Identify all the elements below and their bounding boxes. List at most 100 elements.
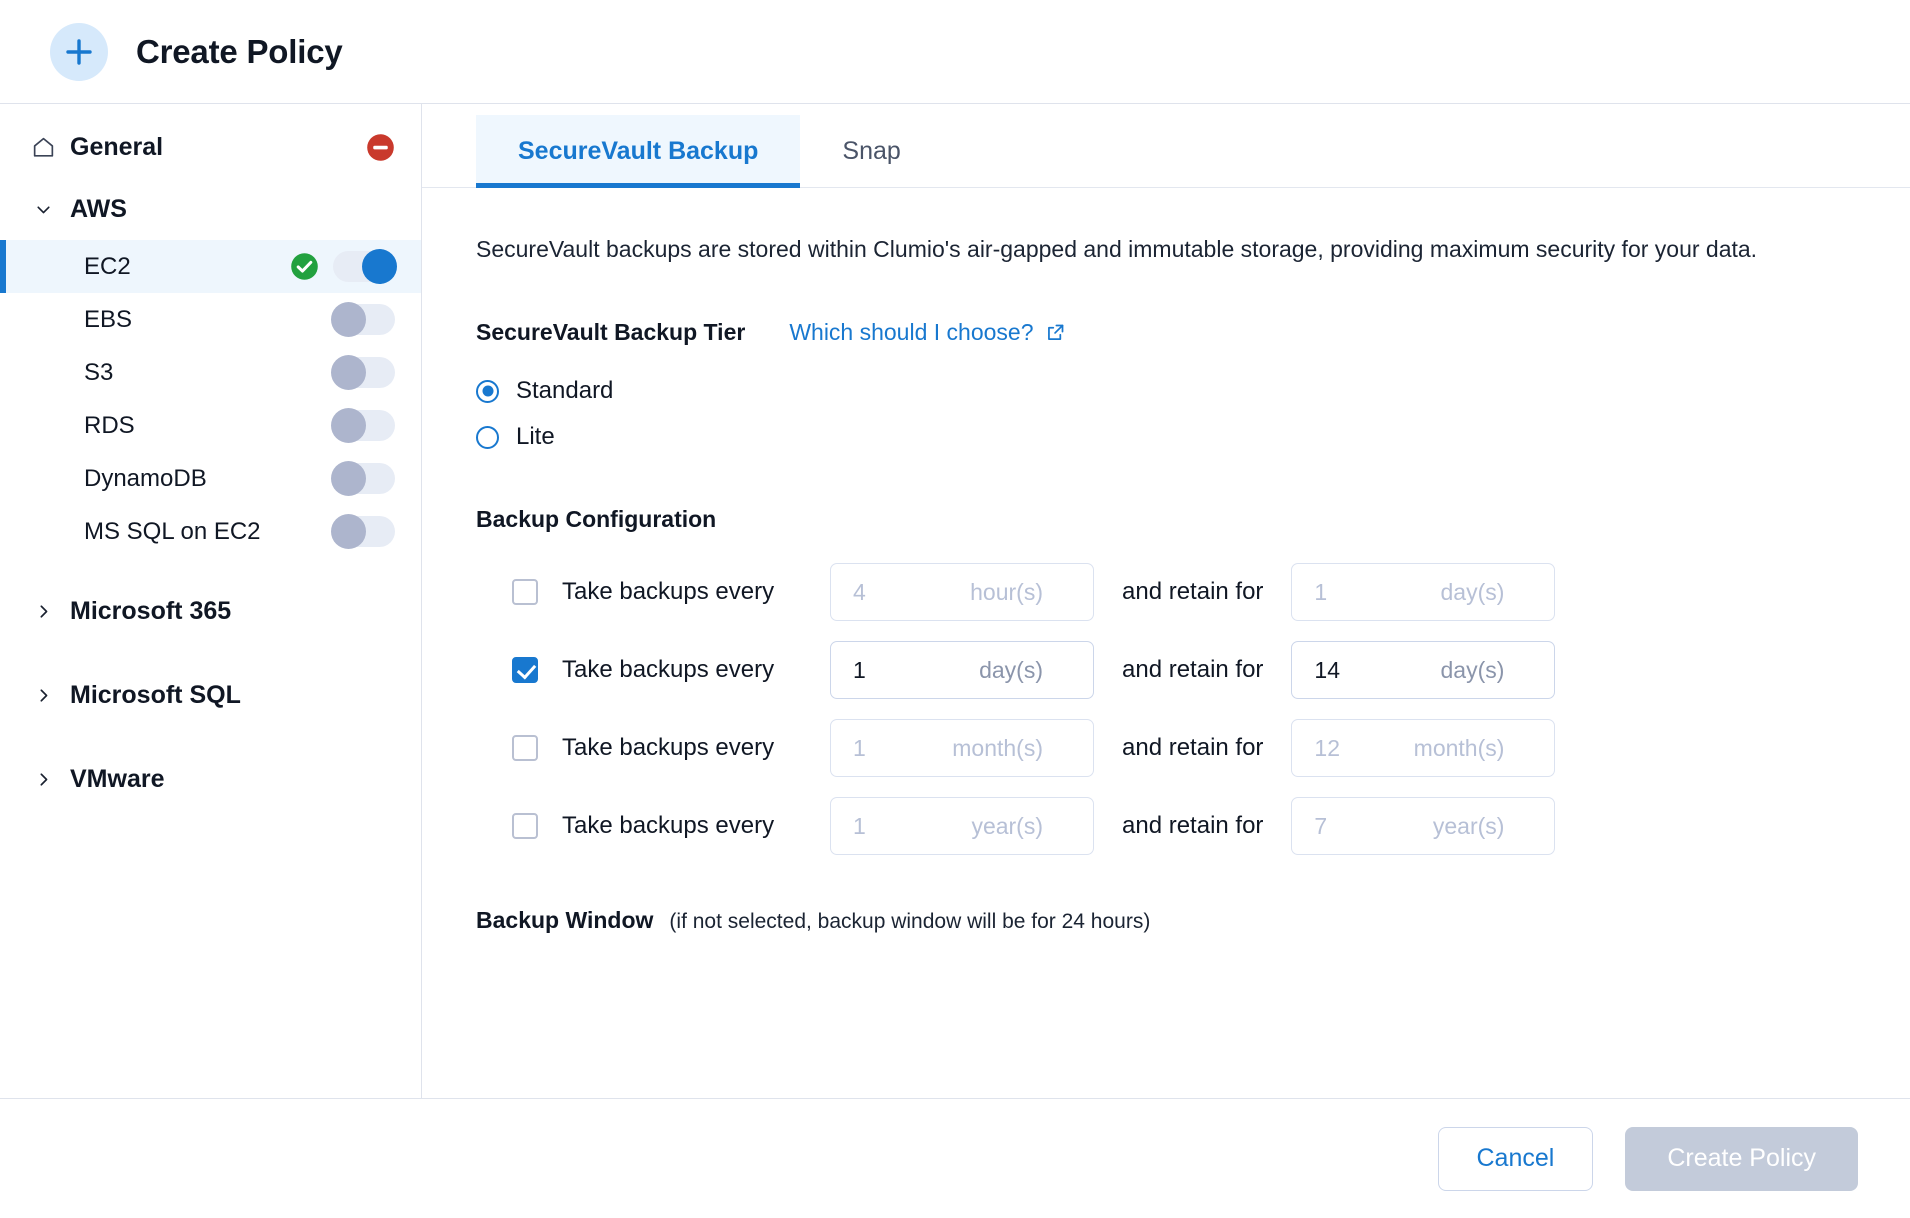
input-hourly-frequency[interactable]: 4 hour(s) (830, 563, 1094, 622)
sidebar-item-controls (331, 302, 395, 337)
toggle-ebs[interactable] (331, 302, 395, 337)
sidebar-group-label: Microsoft 365 (70, 596, 232, 625)
backup-configuration-title: Backup Configuration (476, 506, 717, 533)
sidebar-group-label: AWS (70, 194, 127, 223)
take-backups-every-label: Take backups every (562, 578, 775, 606)
create-policy-dialog: Create Policy General AWS EC2 EBS S3 RDS… (0, 0, 1910, 1218)
input-value: 4 (853, 578, 866, 605)
backup-row-hourly: Take backups every 4 hour(s) and retain … (476, 553, 1856, 631)
backup-tier-title: SecureVault Backup Tier (476, 319, 746, 346)
input-daily-retention[interactable]: 14 day(s) (1291, 641, 1556, 700)
input-value: 1 (1314, 578, 1328, 605)
input-daily-frequency[interactable]: 1 day(s) (830, 641, 1094, 700)
sidebar-item-controls (331, 514, 395, 549)
tab-content: SecureVault backups are stored within Cl… (422, 188, 1910, 1098)
checkbox-monthly[interactable] (512, 735, 538, 762)
input-unit: day(s) (1440, 578, 1505, 605)
radio-option-lite[interactable]: Lite (476, 414, 1856, 460)
input-value: 1 (853, 734, 866, 761)
input-unit: month(s) (1413, 734, 1505, 761)
tab-bar: SecureVault Backup Snap (422, 104, 1910, 188)
chevron-right-icon (30, 601, 56, 622)
sidebar-group-aws[interactable]: AWS (0, 178, 421, 240)
toggle-s3[interactable] (331, 355, 395, 390)
external-link-icon (1047, 324, 1063, 341)
checkbox-daily[interactable] (512, 657, 538, 684)
radio-option-label: Standard (516, 377, 614, 405)
input-yearly-frequency[interactable]: 1 year(s) (830, 797, 1094, 856)
dialog-body: General AWS EC2 EBS S3 RDS DynamoDB MS S… (0, 104, 1910, 1098)
sidebar-general-status (366, 133, 395, 162)
backup-tier-header: SecureVault Backup Tier Which should I c… (476, 319, 1856, 346)
tab-label: Snap (842, 136, 901, 165)
input-unit: day(s) (1440, 656, 1505, 683)
sidebar: General AWS EC2 EBS S3 RDS DynamoDB MS S… (0, 104, 422, 1098)
and-retain-for-label: and retain for (1122, 656, 1264, 684)
sidebar-group-label: VMware (70, 764, 165, 793)
checkbox-hourly[interactable] (512, 579, 538, 606)
sidebar-group-microsoft-sql[interactable]: Microsoft SQL (0, 664, 421, 726)
radio-option-standard[interactable]: Standard (476, 368, 1856, 414)
sidebar-item-ms-sql-on-ec2[interactable]: MS SQL on EC2 (0, 505, 421, 558)
help-link-label: Which should I choose? (789, 319, 1034, 346)
intro-text: SecureVault backups are stored within Cl… (476, 236, 1758, 262)
input-value: 1 (853, 656, 866, 683)
cancel-button[interactable]: Cancel (1437, 1126, 1594, 1191)
input-yearly-retention[interactable]: 7 year(s) (1291, 797, 1556, 856)
tab-label: SecureVault Backup (518, 136, 759, 165)
home-icon (30, 135, 56, 160)
backup-row-yearly: Take backups every 1 year(s) and retain … (476, 787, 1856, 865)
sidebar-item-label: General (70, 132, 164, 161)
and-retain-for-label: and retain for (1122, 812, 1264, 840)
toggle-dynamodb[interactable] (331, 461, 395, 496)
toggle-ms-sql-on-ec2[interactable] (331, 514, 395, 549)
sidebar-item-label: S3 (84, 358, 114, 386)
tab-snap[interactable]: Snap (800, 115, 942, 187)
tab-securevault-backup[interactable]: SecureVault Backup (476, 115, 801, 188)
sidebar-item-s3[interactable]: S3 (0, 346, 421, 399)
toggle-rds[interactable] (331, 408, 395, 443)
input-unit: hour(s) (970, 578, 1043, 605)
backup-row-daily: Take backups every 1 day(s) and retain f… (476, 631, 1856, 709)
radio-lite-indicator[interactable] (476, 425, 499, 449)
sidebar-item-label: DynamoDB (84, 464, 207, 492)
success-check-icon (291, 253, 318, 280)
input-monthly-frequency[interactable]: 1 month(s) (830, 719, 1094, 778)
main-panel: SecureVault Backup Snap SecureVault back… (422, 104, 1910, 1098)
take-backups-every-label: Take backups every (562, 656, 775, 684)
radio-option-label: Lite (516, 423, 555, 451)
input-unit: year(s) (1432, 812, 1505, 839)
sidebar-item-general[interactable]: General (0, 116, 421, 178)
sidebar-item-controls (331, 408, 395, 443)
which-should-i-choose-link[interactable]: Which should I choose? (789, 319, 1065, 346)
radio-standard-indicator[interactable] (476, 379, 499, 403)
sidebar-group-microsoft-365[interactable]: Microsoft 365 (0, 580, 421, 642)
sidebar-item-label: MS SQL on EC2 (84, 517, 261, 545)
dialog-footer: Cancel Create Policy (0, 1098, 1910, 1218)
sidebar-item-rds[interactable]: RDS (0, 399, 421, 452)
input-unit: day(s) (979, 656, 1043, 683)
sidebar-group-vmware[interactable]: VMware (0, 748, 421, 810)
sidebar-item-ebs[interactable]: EBS (0, 293, 421, 346)
create-policy-button: Create Policy (1625, 1126, 1858, 1191)
take-backups-every-label: Take backups every (562, 734, 775, 762)
take-backups-every-label: Take backups every (562, 812, 775, 840)
sidebar-item-controls (331, 355, 395, 390)
input-hourly-retention[interactable]: 1 day(s) (1291, 563, 1556, 622)
backup-row-monthly: Take backups every 1 month(s) and retain… (476, 709, 1856, 787)
sidebar-item-ec2[interactable]: EC2 (0, 240, 421, 293)
sidebar-item-label: EBS (84, 305, 133, 333)
input-monthly-retention[interactable]: 12 month(s) (1291, 719, 1556, 778)
toggle-ec2[interactable] (333, 249, 397, 284)
chevron-right-icon (30, 769, 56, 790)
sidebar-group-label: Microsoft SQL (70, 680, 241, 709)
input-unit: year(s) (971, 812, 1043, 839)
sidebar-item-dynamodb[interactable]: DynamoDB (0, 452, 421, 505)
and-retain-for-label: and retain for (1122, 578, 1264, 606)
sidebar-item-label: EC2 (84, 252, 131, 280)
chevron-right-icon (30, 685, 56, 706)
and-retain-for-label: and retain for (1122, 734, 1264, 762)
input-value: 12 (1314, 734, 1341, 761)
plus-icon[interactable] (50, 22, 108, 81)
checkbox-yearly[interactable] (512, 813, 538, 840)
